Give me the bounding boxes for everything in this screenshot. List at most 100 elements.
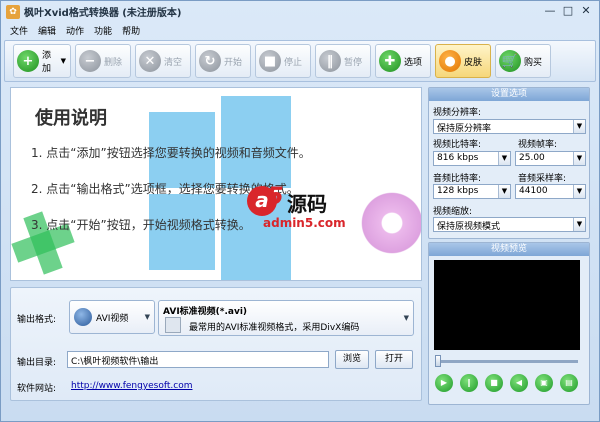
seek-track[interactable] [438,360,578,363]
seek-slider-handle[interactable] [435,355,441,367]
video-bitrate-value: 816 kbps [437,153,479,163]
pause-icon: ‖ [319,50,341,72]
settings-header: 设置选项 [429,88,589,101]
chevron-down-icon: ▼ [573,152,585,165]
instructions-title: 使用说明 [35,108,107,129]
options-button[interactable]: ✚ 选项 [375,44,431,78]
clear-icon: ✕ [139,50,161,72]
clear-button[interactable]: ✕ 清空 [135,44,191,78]
output-dir-field[interactable]: C:\枫叶视频软件\输出 [67,351,329,368]
open-button[interactable]: 打开 [375,350,413,369]
app-icon: ✿ [6,4,20,19]
resolution-select[interactable]: 保持原分辨率 ▼ [433,119,586,134]
buy-label: 购买 [524,57,543,68]
format-category-select[interactable]: AVI视频 ▼ [69,300,155,334]
step-3: 3. 点击“开始”按钮，开始视频格式转换。 [31,218,251,232]
skin-label: 皮肤 [464,57,483,68]
skin-button[interactable]: ● 皮肤 [435,44,491,78]
format-category-value: AVI视频 [96,313,129,324]
plus-icon: + [17,50,39,72]
window-title: 枫叶Xvid格式转换器 (未注册版本) [24,8,182,19]
chevron-down-icon: ▼ [498,152,510,165]
start-button[interactable]: ↻ 开始 [195,44,251,78]
audio-bitrate-select[interactable]: 128 kbps ▼ [433,184,511,199]
play-icon[interactable]: ▶ [435,374,453,392]
preview-group: 视频预览 ▶ ‖ ■ ◀ ▣ ▤ [428,242,590,405]
video-icon [74,308,92,326]
options-label: 选项 [404,57,423,68]
menu-help[interactable]: 帮助 [117,24,145,37]
video-scale-value: 保持原视频模式 [437,222,501,232]
clear-label: 清空 [164,57,183,68]
output-panel: 输出格式: AVI视频 ▼ AVI标准视频(*.avi) 最常用的AVI标准视频… [10,287,422,401]
stop-button[interactable]: ■ 停止 [255,44,311,78]
pause-button[interactable]: ‖ 暂停 [315,44,371,78]
pause-icon[interactable]: ‖ [460,374,478,392]
plus-decoration-icon [11,192,94,280]
minus-icon: − [79,50,101,72]
menu-edit[interactable]: 编辑 [33,24,61,37]
chevron-down-icon: ▼ [573,120,585,133]
chevron-down-icon: ▼ [144,313,150,321]
video-preview-screen [434,260,580,350]
format-description: 最常用的AVI标准视频格式，采用DivX编码 [189,323,360,333]
preview-header: 视频预览 [429,243,589,256]
menu-bar: 文件 编辑 动作 功能 帮助 [1,22,599,39]
format-profile-select[interactable]: AVI标准视频(*.avi) 最常用的AVI标准视频格式，采用DivX编码 ▼ [158,300,414,336]
chevron-down-icon: ▼ [498,185,510,198]
add-button[interactable]: + 添加 ▼ [13,44,71,78]
remove-label: 删除 [104,57,123,68]
frame-rate-value: 25.00 [519,153,545,163]
sample-rate-select[interactable]: 44100 ▼ [515,184,586,199]
resolution-label: 视频分辨率: [433,108,482,118]
buy-button[interactable]: 🛒 购买 [495,44,551,78]
previous-frame-icon[interactable]: ◀ [510,374,528,392]
resolution-value: 保持原分辨率 [437,124,492,134]
pause-label: 暂停 [344,57,363,68]
start-label: 开始 [224,57,243,68]
file-icon [165,317,181,333]
chevron-down-icon: ▼ [60,57,66,65]
folder-icon[interactable]: ▤ [560,374,578,392]
instructions-panel: 使用说明 1. 点击“添加”按钮选择您要转换的视频和音频文件。 2. 点击“输出… [10,87,422,281]
video-scale-label: 视频缩放: [433,207,473,217]
output-format-label: 输出格式: [17,315,57,325]
format-title: AVI标准视频(*.avi) [163,307,248,317]
website-label: 软件网站: [17,384,57,394]
audio-bitrate-value: 128 kbps [437,186,479,196]
stop-icon: ■ [259,50,281,72]
stop-label: 停止 [284,57,303,68]
settings-group: 设置选项 视频分辨率: 保持原分辨率 ▼ 视频比特率: 视频帧率: 816 kbp… [428,87,590,239]
sample-rate-label: 音频采样率: [518,174,567,184]
audio-bitrate-label: 音频比特率: [433,174,482,184]
chevron-down-icon: ▼ [573,185,585,198]
gear-decoration-icon [357,188,421,258]
frame-rate-label: 视频帧率: [518,140,558,150]
stop-icon[interactable]: ■ [485,374,503,392]
website-link[interactable]: http://www.fengyesoft.com [71,381,193,391]
browse-button[interactable]: 浏览 [335,350,369,369]
video-bitrate-select[interactable]: 816 kbps ▼ [433,151,511,166]
maximize-button[interactable]: □ [559,4,577,19]
close-button[interactable]: ✕ [577,4,595,19]
output-dir-label: 输出目录: [17,358,57,368]
title-bar: ✿ 枫叶Xvid格式转换器 (未注册版本) — □ ✕ [1,1,599,22]
chevron-down-icon: ▼ [403,314,409,322]
sample-rate-value: 44100 [519,186,548,196]
menu-file[interactable]: 文件 [5,24,33,37]
remove-button[interactable]: − 删除 [75,44,131,78]
main-window: ✿ 枫叶Xvid格式转换器 (未注册版本) — □ ✕ 文件 编辑 动作 功能 … [0,0,600,422]
apple-icon: ● [439,50,461,72]
cart-icon: 🛒 [499,50,521,72]
menu-function[interactable]: 功能 [89,24,117,37]
minimize-button[interactable]: — [541,4,559,19]
chevron-down-icon: ▼ [573,218,585,231]
step-1: 1. 点击“添加”按钮选择您要转换的视频和音频文件。 [31,146,311,160]
video-scale-select[interactable]: 保持原视频模式 ▼ [433,217,586,232]
tools-icon: ✚ [379,50,401,72]
snapshot-icon[interactable]: ▣ [535,374,553,392]
frame-rate-select[interactable]: 25.00 ▼ [515,151,586,166]
menu-action[interactable]: 动作 [61,24,89,37]
toolbar: + 添加 ▼ − 删除 ✕ 清空 ↻ 开始 ■ 停止 ‖ 暂停 ✚ 选项 ● 皮肤 [4,40,596,82]
refresh-icon: ↻ [199,50,221,72]
